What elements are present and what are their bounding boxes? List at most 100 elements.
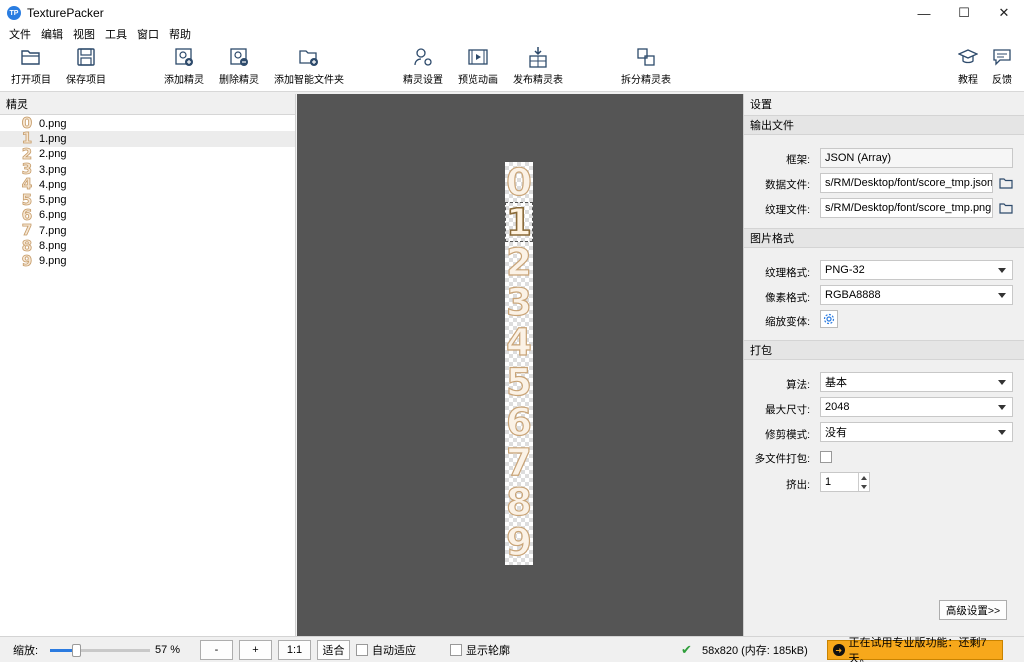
feedback-button[interactable]: 反馈	[991, 46, 1013, 90]
status-ok-icon: ✔	[681, 642, 692, 657]
zoom-1to1-button[interactable]: 1:1	[278, 640, 311, 660]
framework-field[interactable]: JSON (Array)	[820, 148, 1013, 168]
publish-sprite-sheet-button[interactable]: 发布精灵表	[513, 46, 563, 90]
sprite-settings-button[interactable]: 精灵设置	[403, 46, 443, 90]
sprite-file-name: 4.png	[39, 178, 67, 191]
remove-sprite-button[interactable]: 删除精灵	[219, 46, 259, 90]
show-outlines-checkbox[interactable]	[450, 644, 462, 656]
add-sprite-label: 添加精灵	[164, 75, 204, 86]
chevron-down-icon	[998, 268, 1006, 273]
menu-bar: 文件 编辑 视图 工具 窗口 帮助	[0, 26, 1024, 42]
sheet-sprite[interactable]: 6	[505, 402, 533, 442]
sheet-sprite[interactable]: 5	[505, 362, 533, 402]
sheet-sprite[interactable]: 3	[505, 282, 533, 322]
sheet-sprite[interactable]: 8	[505, 482, 533, 522]
sprite-file-name: 7.png	[39, 224, 67, 237]
sprite-list-item[interactable]: 6 6.png	[0, 207, 295, 223]
fit-button[interactable]: 适合	[317, 640, 350, 660]
extrude-label: 挤出:	[786, 479, 810, 491]
minimize-button[interactable]: —	[904, 0, 944, 26]
film-icon	[467, 46, 489, 68]
sprite-list-item[interactable]: 8 8.png	[0, 238, 295, 254]
packing-section[interactable]: 打包	[744, 340, 1024, 360]
sprite-list-item[interactable]: 4 4.png	[0, 176, 295, 192]
multipack-checkbox[interactable]	[820, 451, 832, 463]
texture-format-select[interactable]: PNG-32	[820, 260, 1013, 280]
browse-folder-icon[interactable]	[999, 177, 1013, 189]
sprites-panel: 精灵 0 0.png 1 1.png 2 2.png 3 3.png 4 4.png 5 5.png 6…	[0, 94, 296, 636]
sprite-thumbnail-icon: 7	[21, 221, 33, 240]
sprite-sheet-canvas[interactable]: 0123456789	[297, 94, 743, 636]
sprite-list-item[interactable]: 2 2.png	[0, 146, 295, 162]
auto-fit-checkbox[interactable]	[356, 644, 368, 656]
sheet-sprite[interactable]: 9	[505, 522, 533, 562]
zoom-out-button[interactable]: -	[200, 640, 233, 660]
tutorial-button[interactable]: 教程	[957, 46, 979, 90]
zoom-in-button[interactable]: +	[239, 640, 272, 660]
maximize-button[interactable]: ☐	[944, 0, 984, 26]
image-format-section[interactable]: 图片格式	[744, 228, 1024, 248]
chevron-down-icon[interactable]	[861, 484, 867, 489]
output-files-section[interactable]: 输出文件	[744, 115, 1024, 135]
save-project-label: 保存项目	[66, 75, 106, 86]
split-sprite-sheet-button[interactable]: 拆分精灵表	[621, 46, 671, 90]
algorithm-select[interactable]: 基本	[820, 372, 1013, 392]
sprite-list-item[interactable]: 3 3.png	[0, 161, 295, 177]
sheet-sprite[interactable]: 4	[505, 322, 533, 362]
scale-variants-button[interactable]	[820, 310, 838, 328]
menu-help[interactable]: 帮助	[164, 26, 196, 42]
add-smart-folder-button[interactable]: 添加智能文件夹	[274, 46, 344, 90]
open-project-button[interactable]: 打开项目	[11, 46, 51, 90]
texture-file-label: 纹理文件:	[765, 204, 810, 216]
preview-animation-button[interactable]: 预览动画	[458, 46, 498, 90]
data-file-input[interactable]: s/RM/Desktop/font/score_tmp.json	[820, 173, 993, 193]
sprite-file-name: 8.png	[39, 240, 67, 253]
sprite-settings-label: 精灵设置	[403, 75, 443, 86]
sprite-sheet-preview[interactable]: 0123456789	[505, 162, 533, 565]
sheet-sprite[interactable]: 0	[505, 162, 533, 202]
sheet-sprite[interactable]: 1	[505, 202, 533, 242]
zoom-slider[interactable]	[50, 644, 150, 657]
chevron-up-icon[interactable]	[861, 475, 867, 480]
sprite-thumbnail-icon: 9	[21, 251, 33, 270]
algorithm-label: 算法:	[786, 379, 810, 391]
pixel-format-value: RGBA8888	[825, 289, 881, 301]
extrude-stepper[interactable]: 1	[820, 472, 870, 492]
split-sheet-icon	[635, 46, 657, 68]
publish-icon	[527, 46, 549, 68]
close-button[interactable]: ✕	[984, 0, 1024, 26]
arrow-right-icon: ➜	[833, 644, 845, 656]
add-smart-folder-label: 添加智能文件夹	[274, 75, 344, 86]
texture-file-input[interactable]: s/RM/Desktop/font/score_tmp.png	[820, 198, 993, 218]
smart-folder-icon	[298, 46, 320, 68]
menu-tools[interactable]: 工具	[100, 26, 132, 42]
pixel-format-select[interactable]: RGBA8888	[820, 285, 1013, 305]
menu-edit[interactable]: 编辑	[36, 26, 68, 42]
save-project-button[interactable]: 保存项目	[66, 46, 106, 90]
settings-panel: 设置 输出文件 框架: JSON (Array) 数据文件: s/RM/Desk…	[743, 94, 1024, 636]
sprite-file-name: 2.png	[39, 148, 67, 161]
feedback-label: 反馈	[992, 75, 1012, 86]
chevron-down-icon	[998, 293, 1006, 298]
sprite-list-item[interactable]: 5 5.png	[0, 192, 295, 208]
browse-folder-icon[interactable]	[999, 202, 1013, 214]
extrude-value: 1	[825, 476, 832, 488]
window-controls: — ☐ ✕	[904, 0, 1024, 26]
sprite-list-item[interactable]: 7 7.png	[0, 221, 295, 240]
advanced-settings-button[interactable]: 高级设置>>	[939, 600, 1007, 620]
sprite-list-item[interactable]: 9 9.png	[0, 251, 295, 270]
trim-mode-select[interactable]: 没有	[820, 422, 1013, 442]
menu-file[interactable]: 文件	[0, 26, 36, 42]
menu-window[interactable]: 窗口	[132, 26, 164, 42]
add-sprite-button[interactable]: 添加精灵	[164, 46, 204, 90]
max-size-combobox[interactable]: 2048	[820, 397, 1013, 417]
sheet-sprite[interactable]: 7	[505, 442, 533, 482]
trial-notice-button[interactable]: ➜ 正在试用专业版功能：还剩7天。	[827, 637, 1003, 662]
stepper-arrows[interactable]	[858, 473, 869, 491]
sprite-list-item[interactable]: 0 0.png	[0, 115, 295, 131]
menu-view[interactable]: 视图	[68, 26, 100, 42]
sprite-list-item[interactable]: 1 1.png	[0, 131, 295, 147]
zoom-slider-handle[interactable]	[71, 644, 81, 657]
sheet-sprite[interactable]: 2	[505, 242, 533, 282]
sprite-file-name: 6.png	[39, 209, 67, 222]
